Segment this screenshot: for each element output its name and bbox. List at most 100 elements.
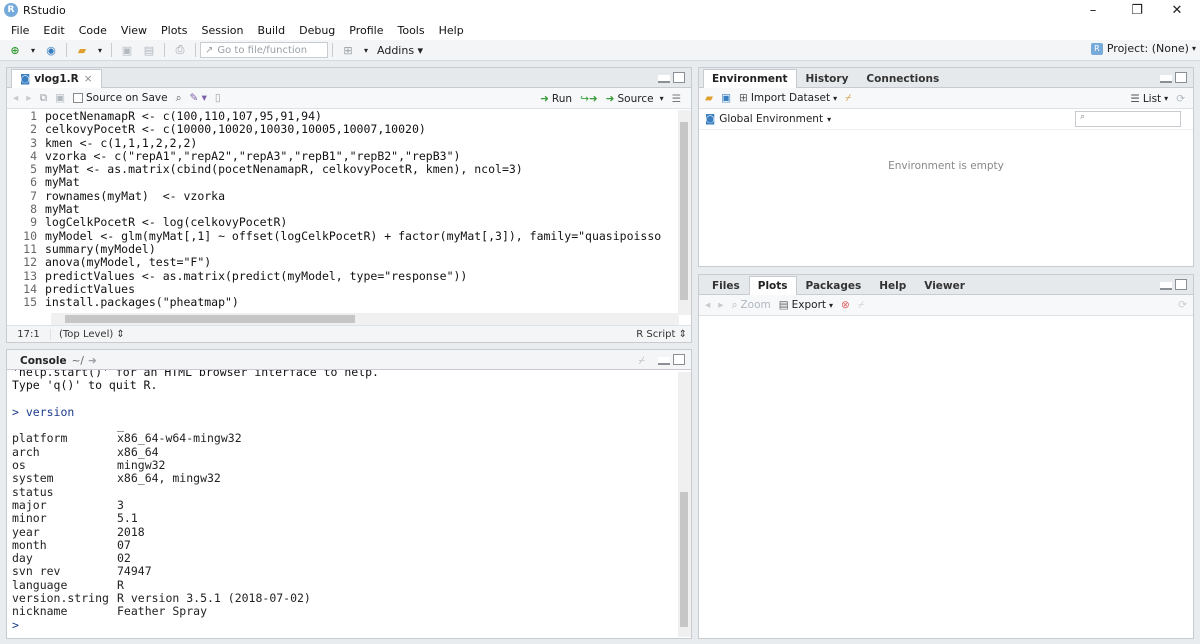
project-menu[interactable]: R Project: (None) ▾ [1090, 42, 1196, 55]
zoom-icon: ⌕ [731, 298, 738, 311]
layout-dropdown-icon[interactable]: ▾ [362, 42, 370, 58]
show-in-window-icon[interactable]: ⧉ [40, 92, 48, 105]
tab-help[interactable]: Help [870, 276, 915, 294]
tab-connections[interactable]: Connections [857, 69, 948, 87]
clear-plots-broom-icon[interactable]: ⌿ [858, 299, 864, 312]
version-value: x86_64-w64-mingw32 [117, 431, 242, 446]
tab-environment[interactable]: Environment [703, 69, 797, 88]
menu-view[interactable]: View [114, 24, 154, 37]
version-key: version.string [12, 591, 109, 606]
forward-arrow-icon[interactable]: ▸ [26, 92, 31, 104]
code-line: 9 logCelkPocetR <- log(celkovyPocetR) [7, 216, 685, 230]
code-text: library(pheatmap) [45, 309, 163, 310]
code-editor[interactable]: 1 pocetNenamapR <- c(100,110,107,95,91,94… [7, 110, 685, 310]
export-dropdown-icon: ▾ [829, 300, 834, 310]
minimize-files-icon[interactable] [1160, 282, 1172, 290]
source-on-save-checkbox[interactable]: Source on Save [72, 92, 168, 104]
minimize-env-icon[interactable] [1160, 75, 1172, 83]
clear-console-broom-icon[interactable]: ⌿ [638, 354, 645, 368]
goto-file-input[interactable]: ↗ Go to file/function [200, 42, 328, 58]
next-plot-icon[interactable]: ▸ [718, 299, 723, 311]
back-arrow-icon[interactable]: ◂ [13, 92, 18, 104]
zoom-button[interactable]: ⌕ Zoom [732, 299, 771, 312]
version-row: os mingw32 [12, 458, 685, 473]
open-folder-icon[interactable]: ▰ [74, 42, 90, 58]
new-file-dropdown-icon[interactable]: ▾ [29, 42, 37, 58]
menu-profile[interactable]: Profile [342, 24, 390, 37]
maximize-env-icon[interactable] [1175, 72, 1187, 83]
scope-selector[interactable]: (Top Level) ⇕ [59, 329, 125, 340]
menu-build[interactable]: Build [250, 24, 292, 37]
tab-files[interactable]: Files [703, 276, 749, 294]
find-icon[interactable]: ⌕ [176, 92, 182, 105]
clear-objects-broom-icon[interactable]: ⌿ [845, 92, 851, 105]
menu-file[interactable]: File [4, 24, 36, 37]
save-all-icon[interactable]: ▤ [141, 42, 157, 58]
code-line: 2 celkovyPocetR <- c(10000,10020,10030,10… [7, 122, 685, 136]
editor-vscroll-thumb[interactable] [680, 122, 688, 300]
console-prompt[interactable]: > [12, 618, 685, 632]
go-to-directory-icon[interactable]: ➜ [88, 355, 97, 367]
console-vertical-scrollbar[interactable] [678, 372, 691, 637]
tab-console[interactable]: Console ~/ ➜ [11, 351, 106, 369]
refresh-plots-icon[interactable]: ⟳ [1178, 299, 1187, 311]
menu-plots[interactable]: Plots [154, 24, 194, 37]
tab-history[interactable]: History [797, 69, 858, 87]
previous-plot-icon[interactable]: ◂ [705, 299, 710, 311]
remove-plot-icon[interactable]: ⊗ [841, 299, 850, 311]
maximize-console-icon[interactable] [673, 354, 685, 365]
minimize-console-icon[interactable] [658, 357, 670, 365]
import-dataset-button[interactable]: ⊞ Import Dataset ▾ [739, 92, 837, 104]
grid-icon: ⊞ [739, 92, 748, 104]
source-on-save-label: Source on Save [85, 92, 168, 104]
menu-code[interactable]: Code [72, 24, 114, 37]
console-vscroll-thumb[interactable] [680, 492, 688, 627]
grid-layout-icon[interactable]: ⊞ [340, 42, 356, 58]
compile-report-icon[interactable]: ▯ [215, 92, 221, 104]
menu-tools[interactable]: Tools [390, 24, 431, 37]
env-view-controls: ☰ List ▾ ⟳ [1130, 88, 1185, 109]
maximize-files-icon[interactable] [1175, 279, 1187, 290]
save-file-icon[interactable]: ▣ [55, 92, 65, 104]
addins-menu[interactable]: Addins ▾ [377, 44, 423, 57]
minimize-button[interactable]: – [1070, 0, 1116, 20]
menu-debug[interactable]: Debug [292, 24, 342, 37]
refresh-env-icon[interactable]: ⟳ [1176, 93, 1185, 105]
editor-vertical-scrollbar[interactable] [678, 110, 691, 315]
source-button[interactable]: ➜ Source ▾ [606, 93, 664, 105]
tab-vlog1-r[interactable]: ◙ vlog1.R × [11, 69, 102, 88]
save-icon[interactable]: ▣ [119, 42, 135, 58]
env-scope-bar: ◙ Global Environment ▾ ⌕ [699, 109, 1193, 130]
menu-edit[interactable]: Edit [36, 24, 71, 37]
menu-help[interactable]: Help [432, 24, 471, 37]
close-button[interactable]: ✕ [1154, 0, 1200, 20]
menu-session[interactable]: Session [194, 24, 250, 37]
tab-viewer[interactable]: Viewer [915, 276, 974, 294]
editor-hscroll-thumb[interactable] [65, 315, 355, 323]
save-workspace-icon[interactable]: ▣ [721, 92, 731, 104]
file-type-selector[interactable]: R Script ⇕ [636, 329, 687, 340]
outline-icon[interactable]: ☰ [672, 93, 681, 105]
new-file-icon[interactable]: ⊕ [7, 42, 23, 58]
rerun-icon[interactable]: ↪➜ [580, 93, 598, 105]
open-dropdown-icon[interactable]: ▾ [96, 42, 104, 58]
print-icon[interactable]: ⎙ [172, 42, 188, 58]
load-workspace-icon[interactable]: ▰ [705, 92, 713, 104]
minimize-pane-icon[interactable] [658, 75, 670, 83]
version-row: status [12, 485, 685, 499]
version-value: mingw32 [117, 458, 166, 473]
tab-packages[interactable]: Packages [797, 276, 871, 294]
code-tools-wand-icon[interactable]: ✎ ▾ [189, 92, 206, 104]
version-value: Feather Spray [117, 604, 208, 619]
env-search-input[interactable]: ⌕ [1075, 111, 1181, 127]
new-project-icon[interactable]: ◉ [43, 42, 59, 58]
export-button[interactable]: ▤ Export ▾ [779, 299, 833, 311]
maximize-pane-icon[interactable] [673, 72, 685, 83]
run-button[interactable]: ➜ Run [540, 93, 572, 105]
global-env-selector[interactable]: ◙ Global Environment ▾ [705, 113, 831, 125]
tab-plots[interactable]: Plots [748, 276, 797, 295]
list-view-button[interactable]: ☰ List ▾ [1130, 93, 1168, 105]
console-output[interactable]: 'help.start()' for an HTML browser inter… [7, 370, 685, 638]
toolbar-separator [66, 43, 67, 57]
close-tab-icon[interactable]: × [84, 73, 93, 85]
